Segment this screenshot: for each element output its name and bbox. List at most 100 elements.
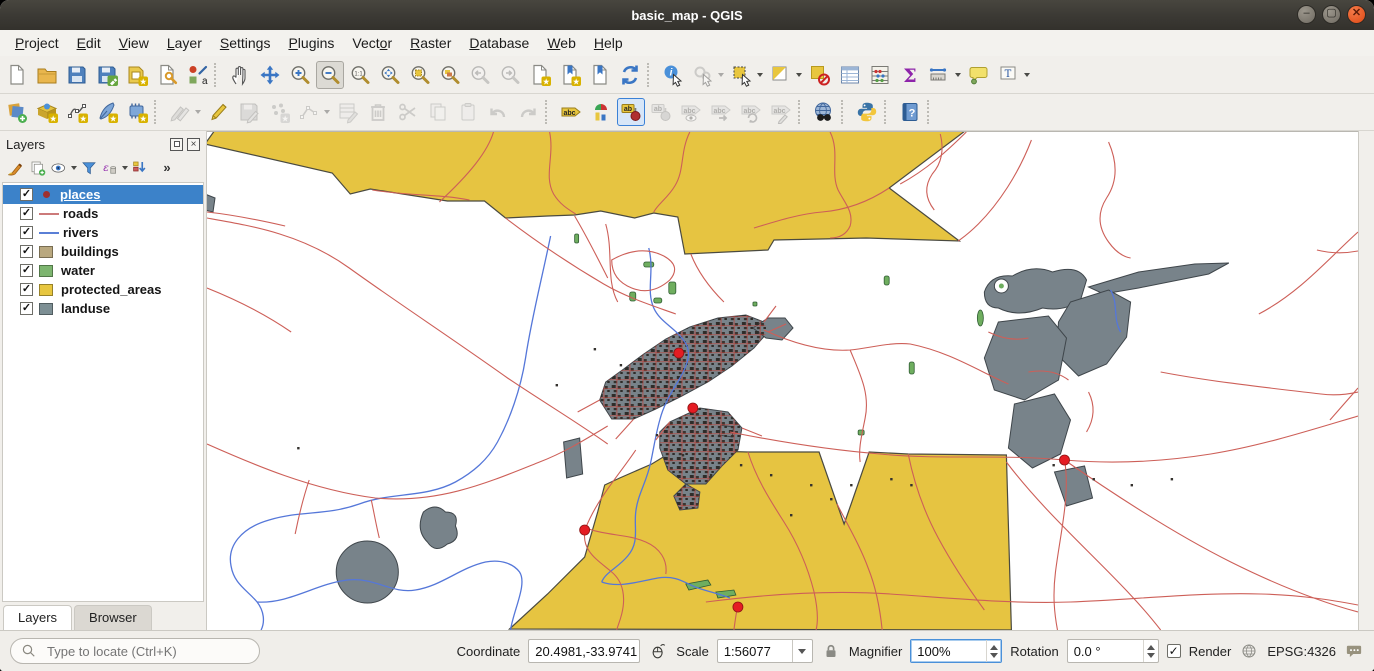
mouse-position-toggle-icon[interactable] (648, 641, 668, 661)
deselect-all-button[interactable] (806, 61, 834, 89)
layer-checkbox-roads[interactable]: ✓ (20, 207, 33, 220)
save-layer-edits-button[interactable] (235, 98, 263, 126)
new-spatial-bookmark-button[interactable]: ★ (526, 61, 554, 89)
measure-line-button[interactable] (926, 61, 963, 89)
layer-checkbox-rivers[interactable]: ✓ (20, 226, 33, 239)
close-button[interactable]: ✕ (1347, 5, 1366, 24)
render-checkbox[interactable]: ✓ (1167, 644, 1181, 658)
open-layer-styling-button[interactable] (4, 157, 26, 179)
zoom-out-button[interactable] (316, 61, 344, 89)
panel-float-icon[interactable] (170, 138, 183, 151)
dropdown-caret-icon[interactable] (324, 110, 330, 114)
zoom-in-button[interactable] (286, 61, 314, 89)
layer-item-roads[interactable]: ✓roads (3, 204, 203, 223)
show-hide-labels-button[interactable]: abc (677, 98, 705, 126)
menu-project[interactable]: Project (6, 32, 68, 54)
dropdown-caret-icon[interactable] (796, 73, 802, 77)
menu-layer[interactable]: Layer (158, 32, 211, 54)
layer-item-buildings[interactable]: ✓buildings (3, 242, 203, 261)
modify-attributes-selected-button[interactable] (334, 98, 362, 126)
new-print-layout-button[interactable]: ★ (123, 61, 151, 89)
new-spatialite-layer-button[interactable]: ★ (93, 98, 121, 126)
rotation-spin-arrows[interactable] (1143, 640, 1158, 662)
scale-dropdown-icon[interactable] (792, 640, 812, 662)
select-features-button[interactable] (728, 61, 765, 89)
delete-selected-button[interactable] (364, 98, 392, 126)
field-calculator-button[interactable] (866, 61, 894, 89)
paste-features-button[interactable] (454, 98, 482, 126)
highlight-pinned-labels-button[interactable]: ab (647, 98, 675, 126)
run-feature-action-button[interactable] (689, 61, 726, 89)
lock-scale-icon[interactable] (821, 641, 841, 661)
dropdown-caret-icon[interactable] (71, 166, 77, 170)
locate-bar[interactable] (10, 638, 260, 664)
change-label-button[interactable]: abc (767, 98, 795, 126)
pin-labels-button[interactable]: ab (617, 98, 645, 126)
save-project-button[interactable] (63, 61, 91, 89)
coordinate-field[interactable]: 20.4981,-33.9741 (528, 639, 640, 663)
title-bar[interactable]: basic_map - QGIS –▢✕ (0, 0, 1374, 30)
menu-database[interactable]: Database (460, 32, 538, 54)
text-annotation-button[interactable]: T (995, 61, 1032, 89)
menu-vector[interactable]: Vector (343, 32, 401, 54)
layer-item-places[interactable]: ✓places (3, 185, 203, 204)
open-attribute-table-button[interactable] (836, 61, 864, 89)
menu-web[interactable]: Web (538, 32, 585, 54)
add-point-feature-button[interactable]: ★ (265, 98, 293, 126)
identify-features-button[interactable]: i (659, 61, 687, 89)
magnifier-spin-arrows[interactable] (986, 640, 1001, 662)
help-contents-button[interactable]: ? (896, 98, 924, 126)
undo-button[interactable] (484, 98, 512, 126)
crs-globe-icon[interactable] (1239, 641, 1259, 661)
layer-checkbox-places[interactable]: ✓ (20, 188, 33, 201)
layer-checkbox-landuse[interactable]: ✓ (20, 302, 33, 315)
add-group-button[interactable] (27, 157, 49, 179)
move-label-button[interactable]: abc (707, 98, 735, 126)
open-project-button[interactable] (33, 61, 61, 89)
dropdown-caret-icon[interactable] (122, 166, 128, 170)
dropdown-caret-icon[interactable] (955, 73, 961, 77)
filter-legend-button[interactable] (78, 157, 100, 179)
zoom-to-layer-button[interactable] (436, 61, 464, 89)
cut-features-button[interactable] (394, 98, 422, 126)
layer-checkbox-buildings[interactable]: ✓ (20, 245, 33, 258)
dropdown-caret-icon[interactable] (195, 110, 201, 114)
maximize-button[interactable]: ▢ (1322, 5, 1341, 24)
panel-more-button[interactable]: » (152, 157, 174, 179)
toggle-editing-button[interactable] (205, 98, 233, 126)
show-bookmark-manager-button[interactable] (586, 61, 614, 89)
filter-by-expression-button[interactable]: ε (101, 157, 128, 179)
new-geopackage-layer-button[interactable]: ★ (33, 98, 61, 126)
map-tips-button[interactable] (965, 61, 993, 89)
rotate-label-button[interactable]: abc (737, 98, 765, 126)
vertex-tool-button[interactable] (295, 98, 332, 126)
menu-settings[interactable]: Settings (211, 32, 280, 54)
locate-input[interactable] (45, 643, 235, 660)
dropdown-caret-icon[interactable] (757, 73, 763, 77)
new-shapefile-layer-button[interactable]: ★ (63, 98, 91, 126)
dropdown-caret-icon[interactable] (718, 73, 724, 77)
dropdown-caret-icon[interactable] (1024, 73, 1030, 77)
layer-checkbox-water[interactable]: ✓ (20, 264, 33, 277)
show-spatial-bookmarks-button[interactable]: ★ (556, 61, 584, 89)
style-manager-button[interactable]: a (183, 61, 211, 89)
map-canvas[interactable] (207, 131, 1358, 630)
panel-tab-layers[interactable]: Layers (3, 605, 72, 630)
zoom-full-button[interactable] (376, 61, 404, 89)
layer-diagram-options-button[interactable] (587, 98, 615, 126)
layer-labeling-options-button[interactable]: abc (557, 98, 585, 126)
panel-close-icon[interactable]: × (187, 138, 200, 151)
pan-to-selection-button[interactable] (256, 61, 284, 89)
new-virtual-layer-button[interactable]: ★ (123, 98, 151, 126)
zoom-last-button[interactable] (466, 61, 494, 89)
select-features-by-value-button[interactable] (767, 61, 804, 89)
python-console-button[interactable] (853, 98, 881, 126)
metasearch-button[interactable] (810, 98, 838, 126)
layer-checkbox-protected_areas[interactable]: ✓ (20, 283, 33, 296)
menu-help[interactable]: Help (585, 32, 632, 54)
zoom-next-button[interactable] (496, 61, 524, 89)
manage-map-themes-button[interactable] (50, 157, 77, 179)
redo-button[interactable] (514, 98, 542, 126)
layer-item-water[interactable]: ✓water (3, 261, 203, 280)
zoom-to-selection-button[interactable] (406, 61, 434, 89)
